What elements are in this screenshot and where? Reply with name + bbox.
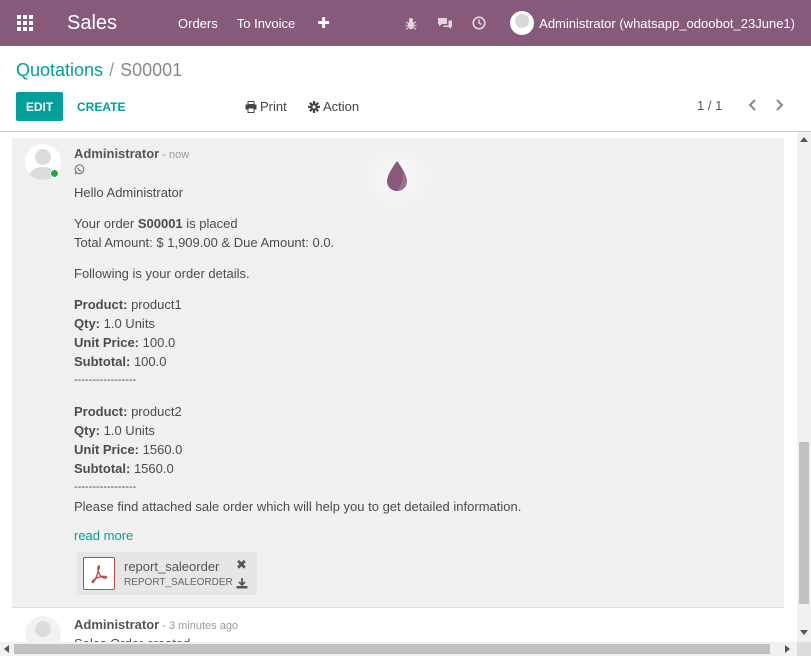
gear-icon — [308, 100, 320, 113]
breadcrumb-quotations[interactable]: Quotations — [16, 60, 103, 80]
pdf-file-icon — [83, 557, 115, 590]
qty-line: Qty: 1.0 Units — [74, 316, 155, 331]
message-body: Hello Administrator Your order S00001 is… — [74, 183, 774, 516]
edit-button[interactable]: EDIT — [16, 92, 63, 121]
breadcrumb-current: S00001 — [120, 60, 183, 80]
order-ref: S00001 — [137, 216, 183, 231]
attachment-card[interactable]: report_saleorder REPORT_SALEORDER ✖ — [77, 552, 257, 595]
attachment-extension: REPORT_SALEORDER — [124, 577, 233, 588]
top-navbar: Sales Orders To Invoice ✚ Administrator … — [0, 0, 811, 46]
activity-clock-icon[interactable] — [462, 16, 496, 30]
author-avatar[interactable] — [25, 616, 61, 644]
message-author[interactable]: Administrator — [74, 146, 159, 161]
add-menu-icon[interactable]: ✚ — [317, 14, 330, 32]
chatter-thread: Administrator - now Hello Administrator Y… — [0, 132, 797, 644]
action-button[interactable]: Action — [308, 92, 359, 121]
action-label: Action — [323, 99, 360, 114]
pager-value[interactable]: 1 / 1 — [697, 98, 722, 113]
print-button[interactable]: Print — [245, 92, 287, 121]
details-intro: Following is your order details. — [74, 266, 250, 281]
message-header: Administrator - 3 minutes ago — [74, 617, 238, 632]
scroll-down-icon[interactable] — [800, 630, 808, 635]
create-button[interactable]: CREATE — [77, 92, 125, 121]
control-panel: Quotations / S00001 EDIT CREATE Print Acti… — [0, 46, 811, 132]
scroll-left-icon[interactable] — [4, 645, 9, 653]
subtotal-line: Subtotal: 100.0 — [74, 354, 167, 369]
remove-attachment-icon[interactable]: ✖ — [236, 557, 247, 573]
unit-price-line: Unit Price: 100.0 — [74, 335, 176, 350]
messaging-chat-icon[interactable] — [428, 17, 462, 30]
debug-bug-icon[interactable] — [394, 17, 428, 30]
unit-price-line: Unit Price: 1560.0 — [74, 442, 183, 457]
product-line: Product: product1 — [74, 297, 182, 312]
attachment-name[interactable]: report_saleorder — [124, 559, 219, 574]
user-avatar[interactable] — [510, 11, 535, 35]
breadcrumb-separator: / — [109, 60, 115, 80]
scrollbar-corner — [797, 642, 811, 656]
online-status-icon — [50, 169, 59, 178]
user-menu[interactable]: Administrator (whatsapp_odoobot_23June1) — [539, 16, 795, 31]
pager-previous-icon[interactable] — [746, 98, 758, 115]
chatter-message: Administrator - now Hello Administrator Y… — [12, 138, 784, 608]
subtotal-line: Subtotal: 1560.0 — [74, 461, 174, 476]
message-author[interactable]: Administrator — [74, 617, 159, 632]
closing-text: Please find attached sale order which wi… — [74, 499, 522, 514]
breadcrumb: Quotations / S00001 — [16, 60, 182, 81]
message-header: Administrator - now — [74, 146, 189, 161]
print-icon — [245, 100, 257, 113]
app-name[interactable]: Sales — [67, 12, 159, 35]
qty-line: Qty: 1.0 Units — [74, 423, 155, 438]
chatter-message: Administrator - 3 minutes ago Sales Order… — [12, 609, 784, 644]
order-line: Your order S00001 is placed — [74, 216, 238, 231]
vertical-scrollbar[interactable] — [797, 132, 811, 644]
horizontal-scroll-thumb[interactable] — [14, 644, 770, 654]
download-icon[interactable] — [236, 577, 248, 592]
vertical-scroll-thumb[interactable] — [799, 442, 809, 604]
menu-to-invoice[interactable]: To Invoice — [237, 16, 296, 31]
scroll-up-icon[interactable] — [800, 137, 808, 142]
message-date: - now — [162, 149, 190, 161]
product-line: Product: product2 — [74, 404, 182, 419]
systray: Administrator (whatsapp_odoobot_23June1) — [394, 0, 811, 46]
horizontal-scrollbar[interactable] — [0, 642, 797, 656]
print-label: Print — [260, 99, 287, 114]
scroll-right-icon[interactable] — [785, 645, 790, 653]
read-more-link[interactable]: read more — [74, 528, 133, 543]
apps-menu-icon[interactable] — [0, 0, 50, 46]
divider-text: ----------------- — [74, 481, 137, 493]
totals-line: Total Amount: $ 1,909.00 & Due Amount: 0… — [74, 235, 335, 250]
pager-next-icon[interactable] — [774, 98, 786, 115]
menu-orders[interactable]: Orders — [178, 16, 218, 31]
whatsapp-icon — [74, 163, 85, 178]
message-date: - 3 minutes ago — [162, 620, 239, 632]
divider-text: ----------------- — [74, 374, 137, 386]
greeting-text: Hello Administrator — [74, 185, 184, 200]
